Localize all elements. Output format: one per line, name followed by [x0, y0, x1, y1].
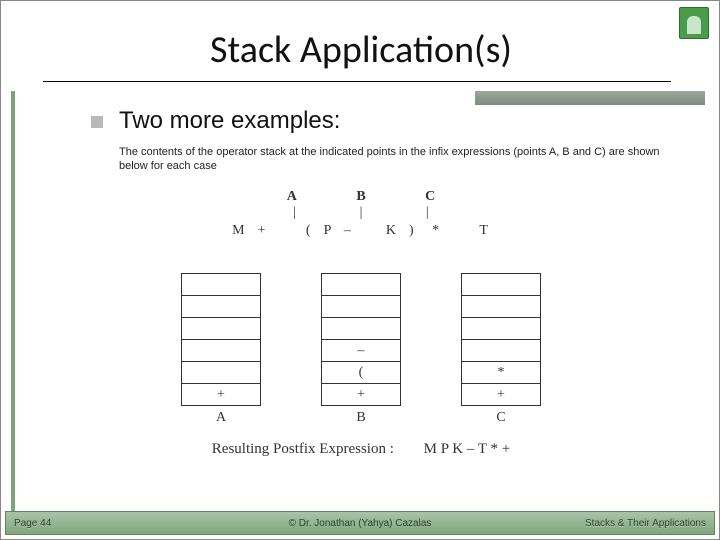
point-label: C — [425, 189, 435, 205]
stack-cell — [182, 340, 260, 362]
stack-cell — [182, 362, 260, 384]
footer: Page 44 © Dr. Jonathan (Yahya) Cazalas S… — [5, 511, 715, 535]
point-ticks: | | | — [1, 205, 720, 221]
result-line: Resulting Postfix Expression : M P K – T… — [1, 441, 720, 458]
stack-cell: + — [182, 384, 260, 406]
stack-A: + A — [181, 273, 261, 426]
stack-cell: ( — [322, 362, 400, 384]
stack-cell: – — [322, 340, 400, 362]
stack-cell — [182, 318, 260, 340]
slide: Stack Application(s) Two more examples: … — [0, 0, 720, 540]
stack-cell — [462, 318, 540, 340]
stack-cell — [322, 318, 400, 340]
section-heading: Two more examples: — [119, 107, 340, 135]
stack-cell: * — [462, 362, 540, 384]
tick-mark: | — [293, 205, 296, 221]
footer-right: Stacks & Their Applications — [585, 518, 706, 529]
bullet-square-icon — [91, 116, 103, 128]
stack-cell — [182, 274, 260, 296]
stack-cell — [322, 296, 400, 318]
stack-cell — [462, 340, 540, 362]
tick-mark: | — [360, 205, 363, 221]
expression-diagram: A B C | | | M + ( P – K ) * T — [1, 189, 720, 239]
result-value: M P K – T * + — [424, 441, 511, 457]
stacks-row: + A – ( + B * + C — [1, 273, 720, 426]
point-labels: A B C — [1, 189, 720, 205]
section-subtext: The contents of the operator stack at th… — [119, 145, 679, 174]
stack-box: + — [181, 273, 261, 406]
footer-left: Page 44 — [14, 518, 51, 529]
stack-B: – ( + B — [321, 273, 401, 426]
stack-box: * + — [461, 273, 541, 406]
stack-cell — [182, 296, 260, 318]
stack-C: * + C — [461, 273, 541, 426]
stack-cell: + — [462, 384, 540, 406]
slide-title: Stack Application(s) — [1, 27, 720, 73]
point-label: A — [287, 189, 297, 205]
infix-expression: M + ( P – K ) * T — [1, 223, 720, 239]
result-label: Resulting Postfix Expression : — [212, 441, 394, 457]
stack-label: B — [356, 410, 365, 426]
stack-label: A — [216, 410, 226, 426]
point-label: B — [356, 189, 365, 205]
accent-bar — [475, 91, 705, 105]
title-underline — [43, 81, 671, 82]
stack-cell — [462, 296, 540, 318]
stack-box: – ( + — [321, 273, 401, 406]
stack-cell — [462, 274, 540, 296]
tick-mark: | — [426, 205, 429, 221]
stack-label: C — [496, 410, 505, 426]
stack-cell: + — [322, 384, 400, 406]
stack-cell — [322, 274, 400, 296]
